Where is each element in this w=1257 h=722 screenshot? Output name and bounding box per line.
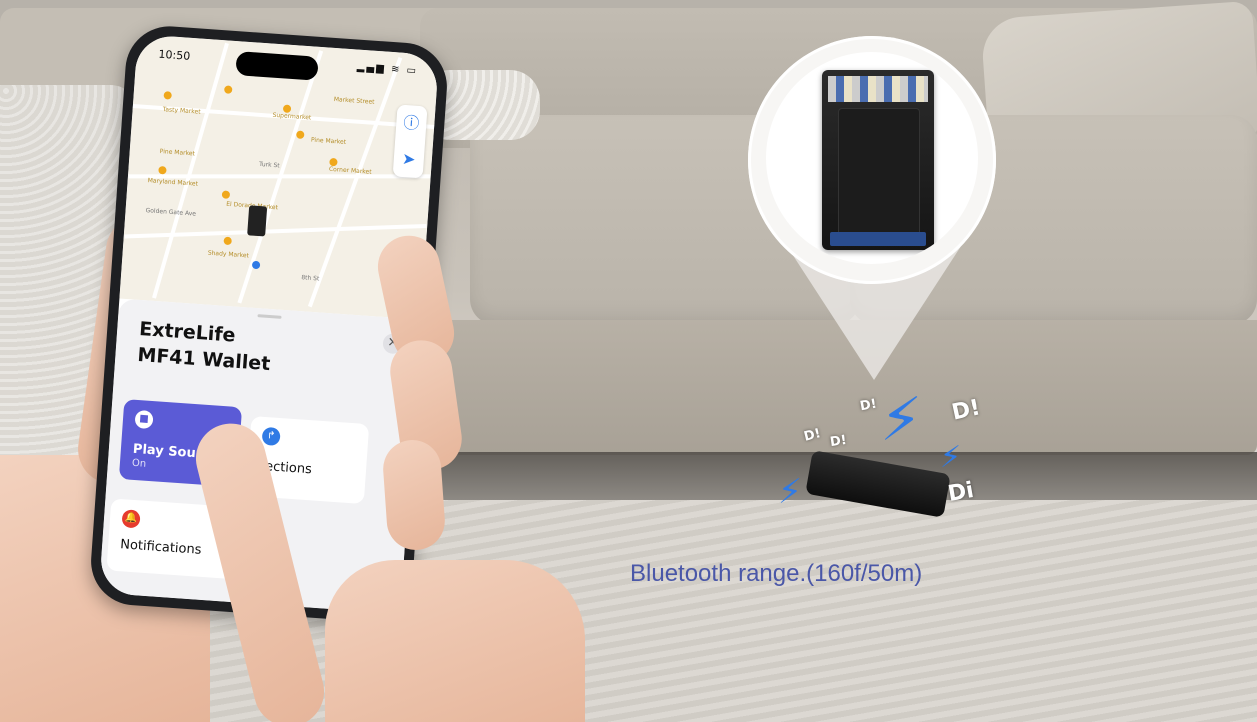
- location-arrow-icon[interactable]: ➤: [393, 140, 425, 178]
- sheet-grabber[interactable]: [257, 314, 282, 319]
- directions-icon: ↱: [261, 426, 281, 447]
- hand-finger: [381, 438, 447, 552]
- wallet-image: [822, 70, 934, 250]
- wallet-cards: [828, 76, 928, 102]
- map-label: Supermarket: [272, 111, 312, 122]
- map-label: Maryland Market: [147, 177, 199, 188]
- wallet-pocket: [838, 108, 920, 238]
- map-label: Tasty Market: [162, 106, 201, 116]
- stop-icon: ■: [134, 409, 154, 430]
- map-label: Market Street: [333, 95, 375, 106]
- map-label: Pine Market: [159, 147, 196, 158]
- sound-effect-text: D!: [829, 432, 848, 451]
- map-label: Shady Market: [207, 249, 250, 260]
- lightning-bolt-icon: ⚡: [940, 440, 962, 475]
- sound-effect-text: D!: [858, 396, 878, 415]
- current-location-dot: [251, 260, 261, 270]
- scene: ⚡ ⚡ ⚡ D! D! D! D! Di Bluetooth range.(16…: [0, 0, 1257, 722]
- device-title: ExtreLife MF41 Wallet: [136, 317, 272, 376]
- map-controls: ⓘ ➤: [392, 104, 428, 179]
- notifications-label: Notifications: [119, 537, 202, 558]
- info-icon[interactable]: ⓘ: [395, 104, 427, 142]
- lightning-bolt-icon: ⚡: [880, 385, 923, 455]
- sound-effect-text: Di: [946, 477, 976, 508]
- lightning-bolt-icon: ⚡: [778, 472, 802, 512]
- map-label: Turk St: [258, 160, 280, 170]
- status-time: 10:50: [158, 47, 191, 63]
- map-label: Golden Gate Ave: [145, 207, 197, 218]
- play-sound-status: On: [131, 457, 147, 470]
- bluetooth-range-caption: Bluetooth range.(160f/50m): [630, 560, 923, 587]
- wallet-map-pin[interactable]: [247, 205, 268, 237]
- callout-inner: [766, 52, 978, 264]
- second-hand: [325, 560, 585, 722]
- wallet-slot: [830, 232, 926, 246]
- map-label: 8th St: [301, 274, 320, 283]
- map-label: Pine Market: [310, 136, 347, 146]
- bell-icon: 🔔: [121, 509, 141, 529]
- status-icons: ▂▄▆ ≋ ▭: [356, 61, 419, 77]
